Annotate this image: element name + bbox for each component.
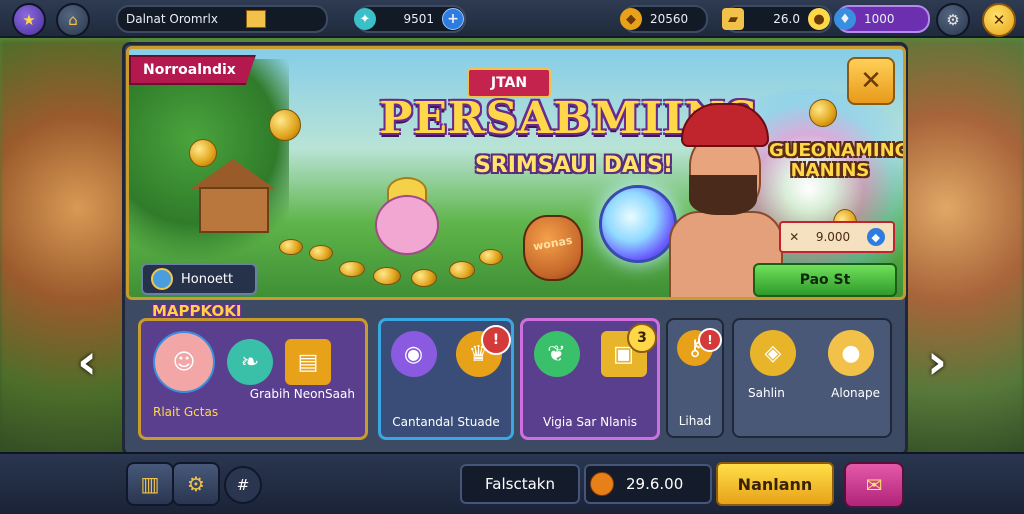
chevron-right-icon: ›	[927, 334, 947, 390]
bottom-bar: ▥ ⚙ # Falsctakn 29.6.00 Nanlann ✉	[0, 452, 1024, 514]
info-pill[interactable]: Honoett	[141, 263, 257, 295]
info-pill-label: Honoett	[181, 271, 234, 287]
close-icon: ✕	[860, 66, 882, 96]
backdrop-left	[0, 40, 130, 460]
top-close-button[interactable]: ✕	[982, 3, 1016, 37]
primary-action-button[interactable]: Nanlann	[716, 462, 834, 506]
ticket-icon: ▰	[722, 8, 744, 30]
tile-label: Cantandal Stuade	[392, 415, 500, 429]
grid-icon: #	[236, 476, 250, 494]
settings-button[interactable]: ⚙	[936, 3, 970, 37]
piggy-character	[369, 177, 441, 257]
coins-value: 20560	[650, 12, 689, 26]
star-menu-button[interactable]: ★	[12, 3, 46, 37]
coin-icon	[809, 99, 837, 127]
prev-arrow-button[interactable]: ‹	[70, 334, 104, 390]
player-name: Dalnat Oromrlx	[126, 12, 218, 26]
coin-icon	[479, 249, 503, 265]
side-sign: GUEONAMING NANINS	[769, 140, 906, 181]
coin-icon	[279, 239, 303, 255]
top-bar: ★ ⌂ Dalnat Oromrlx ✦ 9501 + ◆ 20560 ▰ 26…	[0, 0, 1024, 38]
gems-value: 1000	[864, 12, 895, 26]
banner-close-button[interactable]: ✕	[847, 57, 895, 105]
grid-button[interactable]: #	[224, 466, 262, 504]
close-icon: ✕	[992, 11, 1006, 29]
treasure-pot: wonas	[523, 215, 583, 281]
inventory-button[interactable]: ▥	[126, 462, 174, 506]
price-value: 9.000	[815, 230, 851, 244]
orb-item-icon: ◉	[390, 331, 437, 377]
tag-icon: ✕	[789, 230, 800, 244]
event-banner[interactable]: Norroalndix JTAN PERSABMIINS SRIMSAUI DA…	[126, 46, 906, 300]
gear-icon: ⚙	[946, 11, 960, 29]
chevron-left-icon: ‹	[77, 334, 97, 390]
coin-icon	[411, 269, 437, 287]
coin-icon	[269, 109, 301, 141]
character-face-icon: ☺	[153, 331, 215, 393]
coin-add-icon[interactable]: ●	[808, 8, 830, 30]
gift-icon: ✉	[865, 473, 883, 497]
gold-bar-icon: ◈	[750, 330, 796, 376]
tile-card[interactable]: ◈ ● Sahlin Alonape	[732, 318, 892, 438]
leaf-icon: ❧	[227, 339, 273, 385]
leaf-gem-icon: ❦	[533, 331, 580, 377]
home-icon: ⌂	[68, 11, 78, 29]
coin-icon	[309, 245, 333, 261]
pot-label: wonas	[532, 233, 574, 254]
building-icon: ▥	[140, 472, 160, 496]
tickets-counter: ▰ 26.0 ●	[722, 5, 832, 33]
tile-label: Lihad	[678, 414, 712, 428]
energy-value: 9501	[403, 12, 434, 26]
tile-sublabel: Rlait Gctas	[153, 405, 219, 419]
globe-icon	[151, 268, 173, 290]
tile-card[interactable]: ❦ ▣ 3 Vigia Sar Nlanis	[520, 318, 660, 440]
alert-badge: !	[481, 325, 511, 355]
coin-bag-icon: ◆	[620, 8, 642, 30]
price-box: ✕ 9.000 ◆	[779, 221, 895, 253]
player-name-field[interactable]: Dalnat Oromrlx	[116, 5, 328, 33]
search-field[interactable]: Falsctakn	[460, 464, 580, 504]
backdrop-right	[894, 40, 1024, 460]
next-arrow-button[interactable]: ›	[920, 334, 954, 390]
flag-icon	[246, 10, 266, 28]
search-field-label: Falsctakn	[485, 475, 555, 493]
tile-label: Sahlin	[748, 386, 785, 400]
star-icon: ★	[22, 11, 36, 29]
alert-badge: !	[698, 328, 722, 352]
gem-icon: ◆	[866, 228, 885, 246]
tile-label: Vigia Sar Nlanis	[543, 415, 637, 429]
energy-counter: ✦ 9501 +	[354, 5, 466, 33]
home-button[interactable]: ⌂	[56, 3, 90, 37]
diamond-icon: ♦	[834, 8, 856, 30]
tickets-value: 26.0	[773, 12, 800, 26]
lightning-gem-icon: ✦	[354, 8, 376, 30]
coin-icon	[339, 261, 365, 277]
coins-counter: ◆ 20560	[620, 5, 708, 33]
tile-label: Grabih NeonSaah	[249, 387, 355, 401]
buy-button[interactable]: Pao St	[753, 263, 897, 297]
coin-icon	[449, 261, 475, 279]
corner-ribbon: Norroalndix	[129, 55, 256, 85]
hut-illustration	[191, 159, 275, 233]
energy-add-button[interactable]: +	[442, 8, 464, 30]
count-badge: 3	[627, 323, 657, 353]
gems-counter: ♦ 1000	[834, 5, 930, 33]
gift-button[interactable]: ✉	[844, 462, 904, 508]
tile-card[interactable]: ☺ ❧ ▤ Rlait Gctas Grabih NeonSaah	[138, 318, 368, 440]
tile-card[interactable]: ◉ ♛ ! Cantandal Stuade	[378, 318, 514, 440]
gear-icon: ⚙	[187, 472, 205, 496]
scroll-icon: ▤	[285, 339, 331, 385]
amount-field: 29.6.00	[584, 464, 712, 504]
coin-icon	[189, 139, 217, 167]
coin-icon	[373, 267, 401, 285]
tile-label: Alonape	[831, 386, 880, 400]
amount-value: 29.6.00	[626, 475, 684, 493]
tile-card[interactable]: ⚷ ! Lihad	[666, 318, 724, 438]
gear-button[interactable]: ⚙	[172, 462, 220, 506]
orange-coin-icon	[590, 472, 614, 496]
gold-coin-icon: ●	[828, 330, 874, 376]
